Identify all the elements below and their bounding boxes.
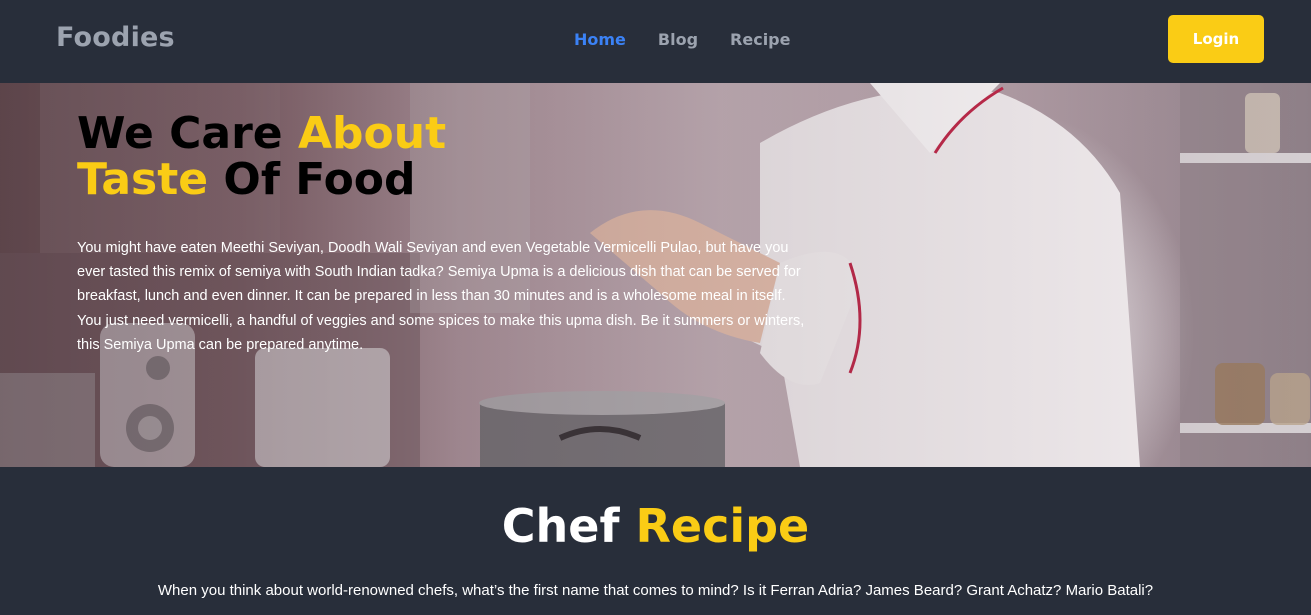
hero-title-part4: Of Food <box>208 154 416 205</box>
login-button[interactable]: Login <box>1168 15 1264 63</box>
hero-title-part3: Taste <box>77 154 209 205</box>
section-description: When you think about world-renowned chef… <box>157 582 1154 599</box>
hero-description: You might have eaten Meethi Seviyan, Doo… <box>77 240 805 353</box>
nav-link-home[interactable]: Home <box>574 30 626 49</box>
brand-logo[interactable]: Foodies <box>56 22 175 53</box>
nav-link-recipe[interactable]: Recipe <box>730 30 790 49</box>
section-title: Chef Recipe <box>0 499 1311 553</box>
chef-recipe-section: Chef Recipe When you think about world-r… <box>0 467 1311 615</box>
nav-links: Home Blog Recipe <box>574 30 790 49</box>
hero-title-part1: We Care <box>77 108 298 159</box>
navbar: Foodies Home Blog Recipe Login <box>0 0 1311 83</box>
section-title-yellow: Recipe <box>635 499 810 553</box>
hero-title-part2: About <box>297 108 447 159</box>
hero-banner: We Care About Taste Of Food You might hav… <box>0 83 1311 467</box>
nav-link-blog[interactable]: Blog <box>658 30 698 49</box>
section-title-white: Chef <box>501 499 636 553</box>
hero-title: We Care About Taste Of Food <box>77 111 497 203</box>
